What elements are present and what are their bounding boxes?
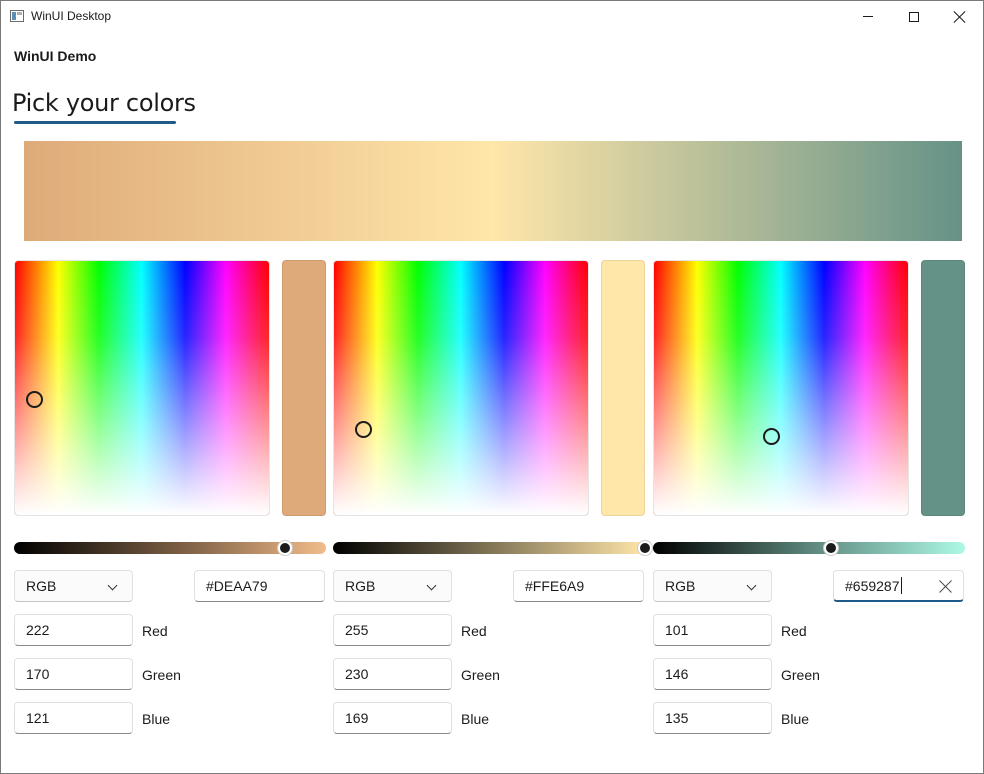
red-label-1: Red	[142, 623, 168, 639]
slider-thumb-2[interactable]	[638, 541, 652, 555]
blue-label-1: Blue	[142, 711, 171, 727]
color-mode-dropdown-2[interactable]: RGB	[333, 570, 452, 602]
close-button[interactable]	[937, 1, 983, 32]
text-caret	[900, 577, 902, 594]
hex-input-1[interactable]: #DEAA79	[194, 570, 325, 602]
red-input-1[interactable]: 222	[14, 614, 133, 646]
spectrum-thumb-3[interactable]	[763, 428, 780, 445]
chevron-down-icon	[107, 580, 118, 591]
value-slider-2[interactable]	[333, 541, 652, 555]
hex-input-2[interactable]: #FFE6A9	[513, 570, 644, 602]
blue-input-3[interactable]: 135	[653, 702, 772, 734]
color-preview-1	[282, 260, 326, 516]
value-slider-3[interactable]	[653, 541, 965, 555]
minimize-button[interactable]	[845, 1, 891, 32]
red-label-2: Red	[461, 623, 487, 639]
slider-thumb-3[interactable]	[823, 541, 838, 555]
spectrum-thumb-2[interactable]	[355, 421, 372, 438]
app-window-icon	[10, 10, 24, 22]
color-spectrum-1[interactable]	[14, 260, 270, 516]
color-mode-dropdown-3[interactable]: RGB	[653, 570, 772, 602]
color-mode-dropdown-1[interactable]: RGB	[14, 570, 133, 602]
clear-icon[interactable]	[939, 579, 953, 593]
hex-input-3[interactable]: #659287	[833, 570, 964, 602]
red-input-2[interactable]: 255	[333, 614, 452, 646]
color-spectrum-2[interactable]	[333, 260, 589, 516]
color-mode-value-1: RGB	[26, 578, 57, 594]
green-input-2[interactable]: 230	[333, 658, 452, 690]
color-preview-3	[921, 260, 965, 516]
window-title: WinUI Desktop	[31, 9, 112, 23]
app-name: WinUI Demo	[14, 48, 97, 64]
blue-label-2: Blue	[461, 711, 490, 727]
app-window: WinUI Desktop WinUI Demo Pick your color…	[0, 0, 984, 774]
red-input-3[interactable]: 101	[653, 614, 772, 646]
green-label-1: Green	[142, 667, 181, 683]
green-input-1[interactable]: 170	[14, 658, 133, 690]
chevron-down-icon	[746, 580, 757, 591]
color-mode-value-2: RGB	[345, 578, 376, 594]
green-label-3: Green	[781, 667, 820, 683]
spectrum-thumb-1[interactable]	[26, 391, 43, 408]
value-slider-1[interactable]	[14, 541, 326, 555]
minimize-icon	[863, 16, 873, 17]
color-mode-value-3: RGB	[665, 578, 696, 594]
red-label-3: Red	[781, 623, 807, 639]
green-label-2: Green	[461, 667, 500, 683]
tab-pick-colors[interactable]: Pick your colors	[12, 89, 196, 117]
blue-input-2[interactable]: 169	[333, 702, 452, 734]
chevron-down-icon	[426, 580, 437, 591]
gradient-preview	[24, 141, 962, 241]
green-input-3[interactable]: 146	[653, 658, 772, 690]
blue-input-1[interactable]: 121	[14, 702, 133, 734]
color-spectrum-3[interactable]	[653, 260, 909, 516]
title-bar[interactable]: WinUI Desktop	[1, 1, 983, 32]
blue-label-3: Blue	[781, 711, 810, 727]
slider-thumb-1[interactable]	[278, 541, 293, 555]
close-icon	[954, 11, 966, 23]
tab-selected-indicator	[14, 121, 176, 124]
maximize-icon	[909, 11, 919, 22]
maximize-button[interactable]	[891, 1, 937, 32]
color-preview-2	[601, 260, 645, 516]
